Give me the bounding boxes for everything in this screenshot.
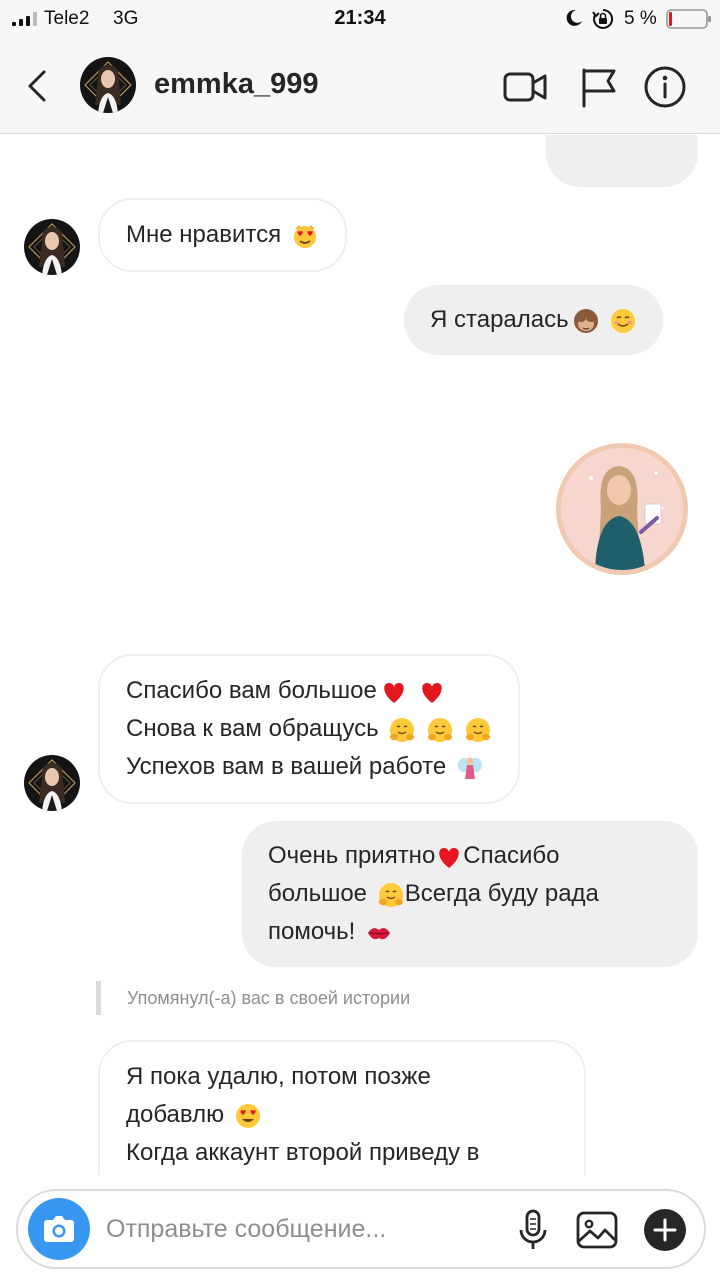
back-icon[interactable] bbox=[22, 66, 56, 106]
smiling-face-emoji bbox=[609, 307, 637, 335]
message-line: Очень приятно bbox=[268, 842, 436, 869]
message-line: Я пока удалю, потом позже bbox=[126, 1063, 431, 1090]
incoming-message[interactable]: Мне нравится bbox=[98, 198, 347, 272]
message-input[interactable] bbox=[106, 1205, 506, 1253]
see-no-evil-monkey-emoji bbox=[572, 307, 600, 335]
hugging-face-emoji bbox=[377, 881, 405, 909]
heart-eyes-cat-emoji bbox=[291, 222, 319, 250]
mention-text: Упомянул(-а) вас в своей истории bbox=[127, 988, 411, 1008]
outgoing-message[interactable]: Очень приятно Спасибо большое Всегда буду… bbox=[242, 821, 698, 967]
hugging-face-emoji bbox=[388, 716, 416, 744]
story-avatar-image bbox=[561, 448, 683, 570]
microphone-icon[interactable] bbox=[508, 1205, 558, 1255]
message-line: Всегда буду рада bbox=[404, 880, 599, 907]
avatar[interactable] bbox=[80, 57, 136, 113]
message-line: Спасибо bbox=[463, 842, 560, 869]
message-text: Мне нравится bbox=[126, 221, 282, 248]
message-line: помочь! bbox=[268, 918, 356, 945]
outgoing-message[interactable]: Я старалась bbox=[404, 285, 664, 355]
battery-percent: 5 % bbox=[624, 8, 657, 29]
fairy-emoji bbox=[456, 754, 484, 782]
hugging-face-emoji bbox=[464, 716, 492, 744]
flag-icon[interactable] bbox=[576, 64, 622, 110]
message-composer bbox=[16, 1189, 706, 1269]
outgoing-message[interactable] bbox=[546, 135, 698, 187]
battery-icon bbox=[666, 9, 711, 29]
gallery-icon[interactable] bbox=[572, 1205, 622, 1255]
message-line: Спасибо вам большое bbox=[126, 677, 377, 704]
story-mention-notice[interactable]: Упомянул(-а) вас в своей истории bbox=[96, 981, 410, 1015]
camera-icon bbox=[44, 1216, 74, 1242]
red-heart-emoji bbox=[435, 843, 463, 871]
heart-eyes-emoji bbox=[234, 1102, 262, 1130]
plus-icon[interactable] bbox=[640, 1205, 690, 1255]
camera-button[interactable] bbox=[28, 1198, 90, 1260]
message-thread[interactable]: Мне нравится Я старалась Спасибо вам бол… bbox=[0, 135, 720, 1175]
message-line: Когда аккаунт второй приведу в bbox=[126, 1139, 480, 1166]
message-line: добавлю bbox=[126, 1101, 225, 1128]
shared-story[interactable] bbox=[556, 443, 688, 575]
sender-avatar[interactable] bbox=[24, 755, 80, 811]
message-text: Я старалась bbox=[430, 306, 569, 333]
sender-avatar[interactable] bbox=[24, 219, 80, 275]
red-heart-emoji bbox=[418, 678, 446, 706]
incoming-message[interactable]: Я пока удалю, потом позже добавлю Когда … bbox=[98, 1040, 586, 1175]
status-bar: Tele2 3G 21:34 5 % bbox=[0, 0, 720, 38]
orientation-lock-icon bbox=[592, 8, 614, 29]
info-icon[interactable] bbox=[642, 64, 688, 110]
message-line: Снова к вам обращусь bbox=[126, 715, 379, 742]
video-camera-icon[interactable] bbox=[502, 64, 548, 110]
chat-username[interactable]: emmka_999 bbox=[154, 68, 318, 101]
chat-header: emmka_999 bbox=[0, 38, 720, 134]
message-line: Успехов вам в вашей работе bbox=[126, 753, 447, 780]
message-line: большое bbox=[268, 880, 368, 907]
kiss-mark-emoji bbox=[365, 919, 393, 947]
moon-icon bbox=[566, 9, 582, 26]
red-heart-emoji bbox=[380, 678, 408, 706]
hugging-face-emoji bbox=[426, 716, 454, 744]
incoming-message[interactable]: Спасибо вам большое Снова к вам обращусь… bbox=[98, 654, 520, 804]
